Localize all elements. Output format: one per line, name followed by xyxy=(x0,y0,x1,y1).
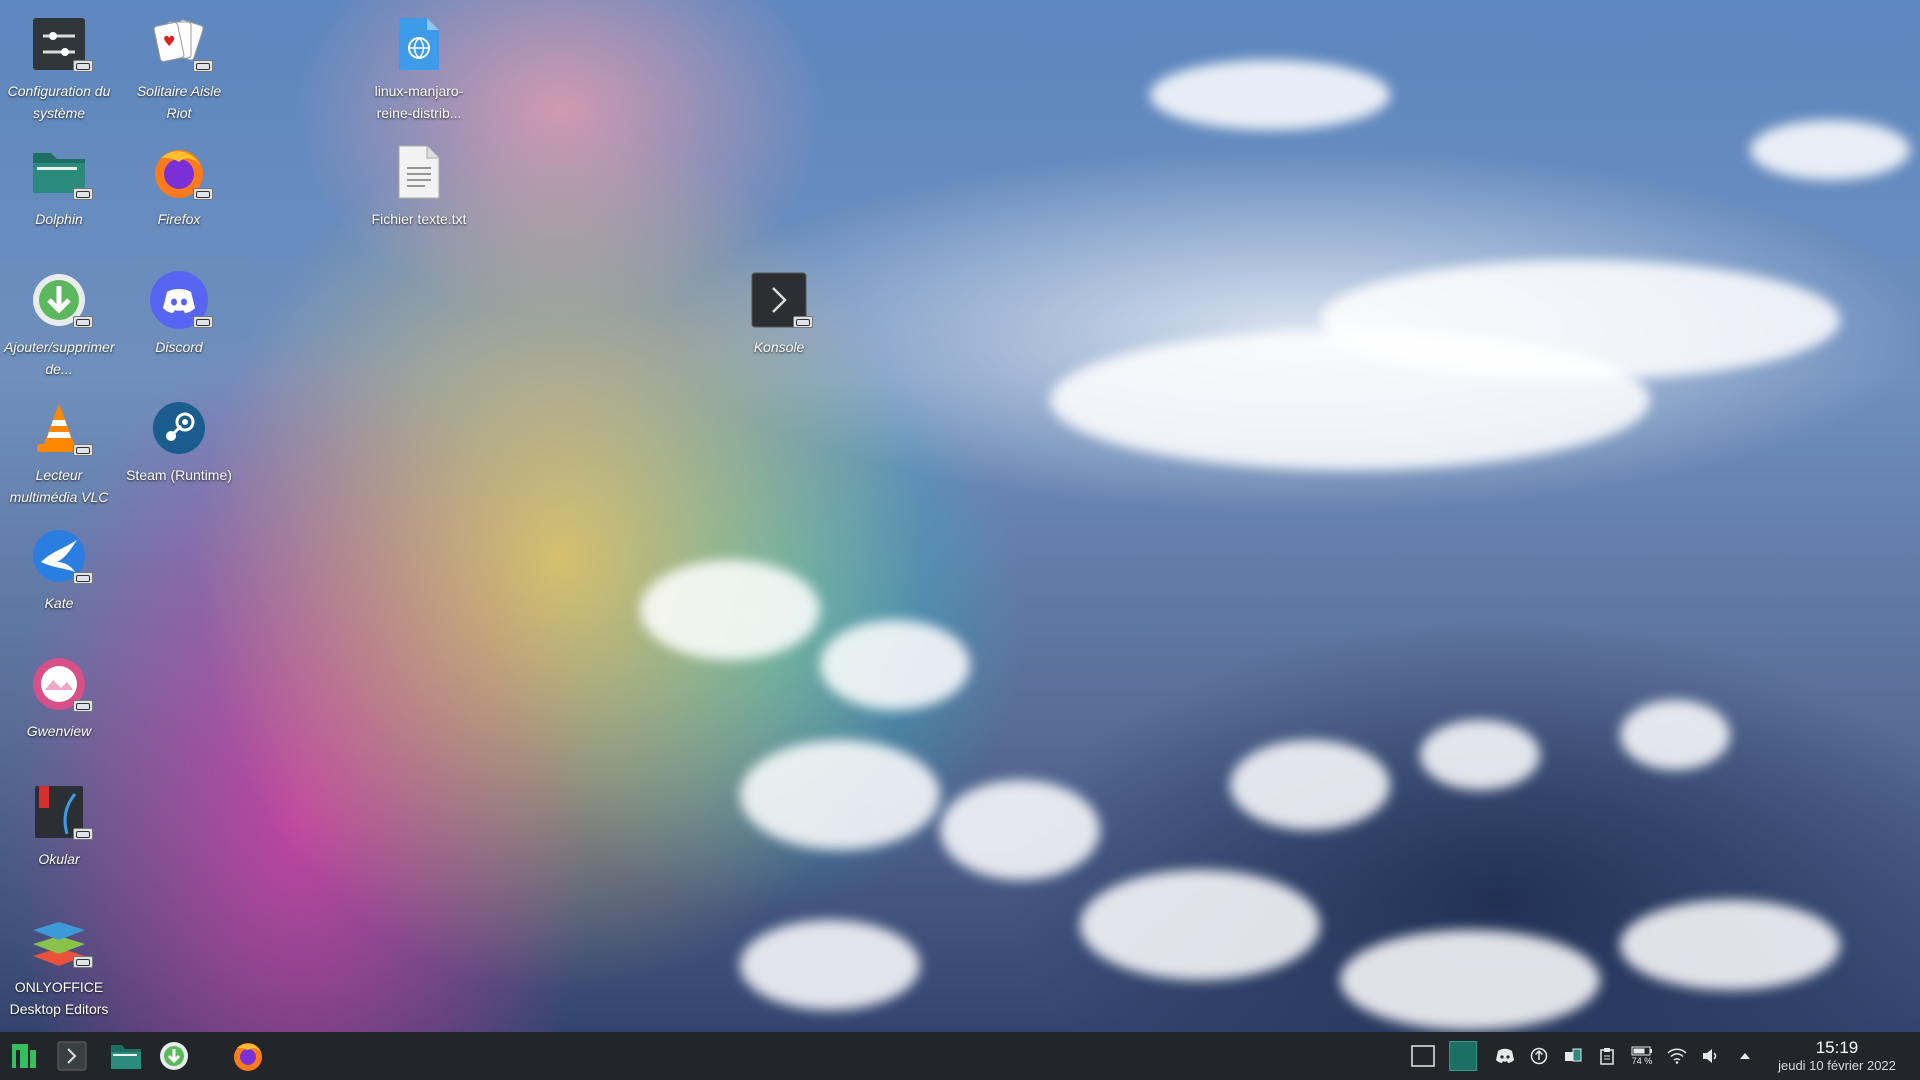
onlyoffice-layers-icon xyxy=(29,910,93,970)
terminal-icon xyxy=(57,1041,87,1071)
discord-icon xyxy=(1496,1048,1514,1063)
tray-volume[interactable] xyxy=(1696,1041,1726,1071)
icon-label: Ajouter/supprimer de... xyxy=(4,339,115,377)
update-arrow-icon xyxy=(1530,1047,1548,1065)
desktop-icon-system-settings[interactable]: Configuration du système xyxy=(4,14,114,124)
icon-label: Configuration du système xyxy=(7,83,111,121)
application-launcher-button[interactable] xyxy=(4,1036,44,1076)
clock-time: 15:19 xyxy=(1815,1038,1859,1057)
icon-label: Dolphin xyxy=(35,211,83,227)
gwenview-icon xyxy=(29,654,93,714)
icon-label: ONLYOFFICE Desktop Editors xyxy=(9,979,109,1017)
desktop-icon-steam[interactable]: Steam (Runtime) xyxy=(124,398,234,486)
okular-icon xyxy=(29,782,93,842)
folder-icon xyxy=(29,142,93,202)
clipboard-icon xyxy=(1600,1048,1614,1065)
taskbar-firefox[interactable] xyxy=(228,1036,268,1076)
speaker-icon xyxy=(1703,1049,1717,1063)
web-link-file-icon xyxy=(389,14,449,74)
virtual-desktop-pager[interactable] xyxy=(1446,1041,1480,1071)
desktop-icon-vlc[interactable]: Lecteur multimédia VLC xyxy=(4,398,114,508)
taskbar-dolphin[interactable] xyxy=(106,1036,146,1076)
manjaro-menu-icon xyxy=(12,1044,36,1068)
taskbar: 74 % 15:19 jeudi 10 février 2022 xyxy=(0,1032,1920,1080)
icon-label: Discord xyxy=(155,339,203,355)
battery-percent: 74 % xyxy=(1631,1056,1653,1066)
vlc-cone-icon xyxy=(29,398,93,458)
desktop-icon-weblink[interactable]: linux-manjaro-reine-distrib... xyxy=(364,14,474,124)
discord-icon xyxy=(149,270,213,330)
digital-clock[interactable]: 15:19 jeudi 10 février 2022 xyxy=(1762,1038,1912,1074)
desktop-icon-solitaire[interactable]: ♥ Solitaire Aisle Riot xyxy=(124,14,234,124)
text-file-icon xyxy=(389,142,449,202)
folder-icon xyxy=(111,1045,141,1069)
desktop-icon-konsole[interactable]: Konsole xyxy=(724,270,834,358)
icon-label: Lecteur multimédia VLC xyxy=(9,467,109,505)
desktop-icon-firefox[interactable]: Firefox xyxy=(124,142,234,230)
icon-label: Firefox xyxy=(157,211,201,227)
system-settings-icon xyxy=(29,14,93,74)
icon-label: Steam (Runtime) xyxy=(126,467,232,483)
desktop-icon-onlyoffice[interactable]: ONLYOFFICE Desktop Editors xyxy=(4,910,114,1020)
firefox-icon xyxy=(234,1043,262,1071)
firefox-icon xyxy=(149,142,213,202)
system-tray: 74 % 15:19 jeudi 10 février 2022 xyxy=(1406,1032,1920,1080)
icon-label: linux-manjaro-reine-distrib... xyxy=(374,83,464,121)
taskbar-add-remove[interactable] xyxy=(154,1036,194,1076)
desktop-icon-add-remove[interactable]: Ajouter/supprimer de... xyxy=(4,270,115,380)
taskbar-konsole[interactable] xyxy=(52,1036,92,1076)
icon-label: Kate xyxy=(44,595,74,611)
chevron-up-icon xyxy=(1740,1053,1750,1059)
steam-icon xyxy=(149,398,209,458)
desktop-icon-dolphin[interactable]: Dolphin xyxy=(4,142,114,230)
icon-label: Fichier texte.txt xyxy=(371,211,467,227)
icon-label: Gwenview xyxy=(26,723,92,739)
tray-discord[interactable] xyxy=(1490,1041,1520,1071)
battery-icon xyxy=(1631,1046,1652,1056)
clock-date: jeudi 10 février 2022 xyxy=(1778,1058,1896,1073)
svg-text:♥: ♥ xyxy=(163,34,176,50)
desktop-icon-kate[interactable]: Kate xyxy=(4,526,114,614)
icon-label: Okular xyxy=(38,851,80,867)
kate-bird-icon xyxy=(29,526,93,586)
download-icon xyxy=(29,270,93,330)
tray-kde-connect[interactable] xyxy=(1558,1041,1588,1071)
tray-battery[interactable]: 74 % xyxy=(1626,1041,1658,1071)
playing-cards-icon: ♥ xyxy=(149,14,213,74)
tray-network[interactable] xyxy=(1662,1041,1692,1071)
desktop-icon-okular[interactable]: Okular xyxy=(4,782,114,870)
show-desktop-button[interactable] xyxy=(1408,1041,1438,1071)
terminal-icon xyxy=(749,270,813,330)
tray-expander[interactable] xyxy=(1730,1041,1760,1071)
wifi-icon xyxy=(1667,1048,1687,1064)
icon-label: Solitaire Aisle Riot xyxy=(136,83,222,121)
show-desktop-icon xyxy=(1411,1045,1435,1067)
pager-desktop-1[interactable] xyxy=(1449,1041,1477,1071)
devices-icon xyxy=(1565,1048,1582,1062)
desktop-icon-gwenview[interactable]: Gwenview xyxy=(4,654,114,742)
download-icon xyxy=(160,1042,188,1070)
tray-clipboard[interactable] xyxy=(1592,1041,1622,1071)
desktop-icon-discord[interactable]: Discord xyxy=(124,270,234,358)
tray-updates[interactable] xyxy=(1524,1041,1554,1071)
icon-label: Konsole xyxy=(753,339,805,355)
desktop-icon-textfile[interactable]: Fichier texte.txt xyxy=(364,142,474,230)
